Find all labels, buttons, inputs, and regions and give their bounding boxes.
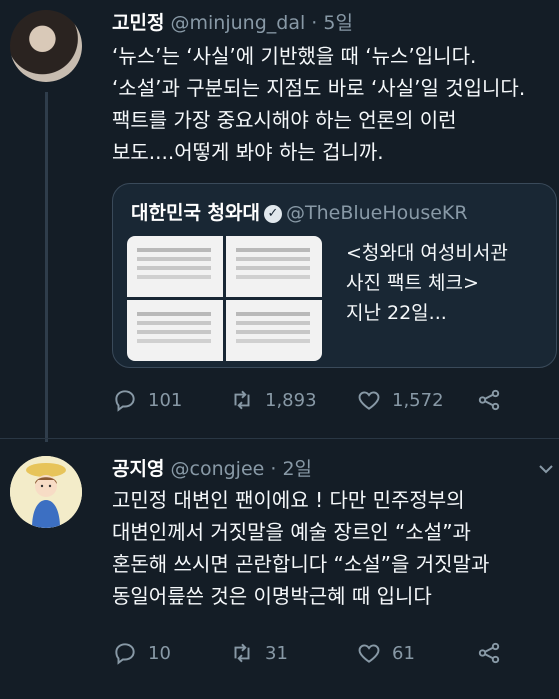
reply-count: 101	[148, 389, 183, 411]
like-icon	[358, 391, 380, 410]
retweet-icon	[234, 643, 250, 663]
reply-button[interactable]: 10	[112, 640, 171, 666]
retweet-icon	[234, 390, 250, 410]
tweet-minjung[interactable]: 고민정 @minjung_dal · 5일 ‘뉴스’는 ‘사실’에 기반했을 때…	[0, 0, 559, 442]
tweet-text-line: 대변인께서 거짓말을 예술 장르인 “소설”과	[112, 520, 471, 544]
author-name[interactable]: 고민정	[112, 12, 164, 34]
quoted-text-line: 지난 22일...	[346, 302, 447, 324]
quoted-image-grid[interactable]	[127, 236, 322, 361]
tweet-text-line: 팩트를 가장 중요시해야 하는 언론의 이런	[112, 108, 457, 132]
share-icon	[478, 389, 500, 411]
verified-icon: ✓	[263, 204, 282, 223]
quoted-tweet[interactable]: 대한민국 청와대 ✓ @TheBlueHouseKR <청와대 여성비서관 사진 팩…	[112, 183, 557, 368]
tweet-text-line: ‘소설’과 구분되는 지점도 바로 ‘사실’일 것입니다.	[112, 76, 526, 100]
quoted-image[interactable]	[226, 300, 322, 361]
quoted-text-line: <청와대 여성비서관	[346, 242, 508, 264]
reply-count: 10	[148, 642, 171, 664]
tweet-header: 고민정 @minjung_dal · 5일	[112, 8, 353, 35]
avatar-illustration	[10, 456, 82, 528]
tweet-actions: 10 31 61	[112, 640, 552, 670]
retweet-count: 1,893	[265, 389, 317, 411]
author-handle[interactable]: @congjee	[171, 458, 265, 480]
share-button[interactable]	[476, 640, 512, 666]
author-handle[interactable]: @minjung_dal	[171, 12, 306, 34]
tweet-text-line: 혼돈해 쓰시면 곤란합니다 “소설”을 거짓말과	[112, 552, 490, 576]
like-count: 1,572	[392, 389, 444, 411]
quoted-text: <청와대 여성비서관 사진 팩트 체크> 지난 22일...	[346, 238, 508, 328]
retweet-button[interactable]: 31	[229, 640, 288, 666]
like-icon	[358, 644, 380, 663]
quoted-image[interactable]	[127, 236, 223, 297]
tweet-actions: 101 1,893 1,572	[112, 387, 552, 417]
share-icon	[478, 642, 500, 664]
like-button[interactable]: 61	[356, 640, 415, 666]
tweet-time[interactable]: · 2일	[264, 458, 312, 480]
reply-icon	[115, 643, 135, 665]
tweet-time[interactable]: · 5일	[305, 12, 353, 34]
like-count: 61	[392, 642, 415, 664]
tweet-text: 고민정 대변인 팬이에요 ! 다만 민주정부의 대변인께서 거짓말을 예술 장르…	[112, 484, 557, 612]
tweet-text-line: 보도....어떻게 봐야 하는 겁니까.	[112, 140, 384, 164]
retweet-count: 31	[265, 642, 288, 664]
quoted-author-handle: @TheBlueHouseKR	[285, 202, 468, 224]
tweet-text-line: ‘뉴스’는 ‘사실’에 기반했을 때 ‘뉴스’입니다.	[112, 44, 477, 68]
avatar[interactable]	[10, 10, 82, 82]
quoted-author-name: 대한민국 청와대	[131, 202, 260, 224]
quoted-image[interactable]	[226, 236, 322, 297]
share-button[interactable]	[476, 387, 512, 413]
reply-button[interactable]: 101	[112, 387, 182, 413]
avatar[interactable]	[10, 456, 82, 528]
tweet-header: 공지영 @congjee · 2일	[112, 454, 312, 481]
tweet-congjee[interactable]: 공지영 @congjee · 2일 고민정 대변인 팬이에요 ! 다만 민주정부…	[0, 446, 559, 699]
tweet-text-line: 동일어릎쓴 것은 이명박근혜 때 입니다	[112, 584, 432, 608]
author-name[interactable]: 공지영	[112, 458, 164, 480]
tweet-text: ‘뉴스’는 ‘사실’에 기반했을 때 ‘뉴스’입니다. ‘소설’과 구분되는 지…	[112, 40, 557, 168]
like-button[interactable]: 1,572	[356, 387, 444, 413]
retweet-button[interactable]: 1,893	[229, 387, 317, 413]
reply-icon	[115, 390, 135, 412]
thread-line	[45, 92, 48, 442]
divider	[0, 438, 559, 439]
quoted-header: 대한민국 청와대 ✓ @TheBlueHouseKR	[131, 198, 468, 225]
chevron-down-icon[interactable]	[539, 464, 553, 474]
tweet-text-line: 고민정 대변인 팬이에요 ! 다만 민주정부의	[112, 488, 465, 512]
quoted-image[interactable]	[127, 300, 223, 361]
quoted-text-line: 사진 팩트 체크>	[346, 272, 479, 294]
